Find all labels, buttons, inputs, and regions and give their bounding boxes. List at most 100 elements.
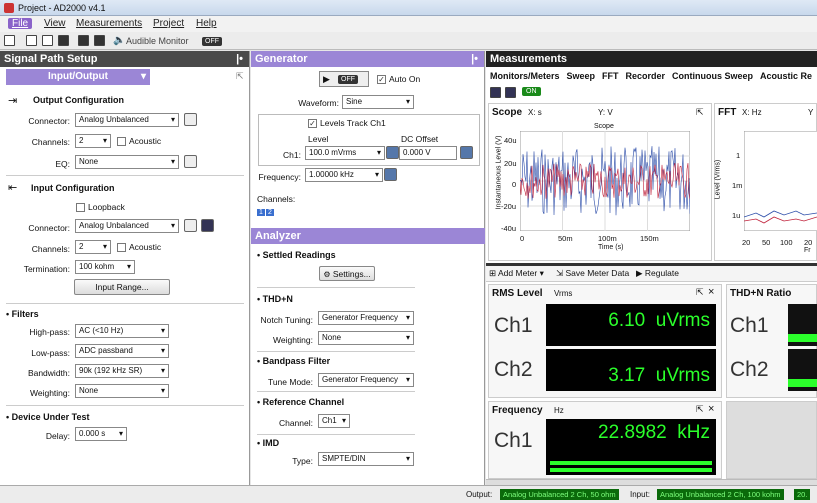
gen-pin-icon[interactable]: |•	[471, 51, 478, 67]
out-channels-stepper[interactable]: 2	[75, 134, 111, 148]
loopback-check[interactable]: Loopback	[76, 202, 125, 213]
in-meter-icon[interactable]	[201, 219, 214, 232]
ch1-level-input[interactable]: 100.0 mVrms	[305, 146, 385, 160]
fft-ytick-1: 1m	[732, 181, 743, 190]
fft-x-axis[interactable]: X: Hz	[742, 108, 762, 117]
meter-toolbar: ⊞ Add Meter ▾ ⇲ Save Meter Data ▶ Regula…	[486, 266, 817, 282]
meas-on-toggle[interactable]: ON	[522, 87, 541, 96]
imd-type-select[interactable]: SMPTE/DIN	[318, 452, 414, 466]
dc-offset-input[interactable]: 0.000 V	[399, 146, 457, 160]
in-connector-select[interactable]: Analog Unbalanced	[75, 219, 179, 233]
auto-on-check[interactable]: Auto On	[377, 74, 420, 85]
new-icon[interactable]	[4, 35, 15, 46]
dc-offset-spinner[interactable]	[460, 146, 473, 159]
thdn-title: • THD+N	[257, 294, 293, 304]
gear-icon: ⚙	[323, 270, 331, 279]
fft-xtick-2: 100	[780, 238, 793, 247]
frequency-input[interactable]: 1.00000 kHz	[305, 168, 383, 182]
meas-tool-icon[interactable]	[490, 87, 501, 98]
status-input[interactable]: Analog Unbalanced 2 Ch, 100 kohm	[657, 489, 784, 500]
highpass-label: High-pass:	[29, 327, 70, 337]
scope-title: Scope	[492, 107, 523, 118]
status-output[interactable]: Analog Unbalanced 2 Ch, 50 ohm	[500, 489, 619, 500]
refch-select[interactable]: Ch1	[318, 414, 350, 428]
bandpass-title: • Bandpass Filter	[257, 356, 331, 366]
menu-measurements[interactable]: Measurements	[76, 18, 142, 29]
add-meter-button[interactable]: ⊞ Add Meter ▾	[489, 268, 544, 279]
gen-channel-1[interactable]: 1	[257, 209, 265, 216]
monitor-toggle[interactable]: OFF	[202, 35, 222, 46]
out-settings-icon[interactable]	[184, 113, 197, 126]
levels-track-check[interactable]: Levels Track Ch1	[308, 118, 386, 129]
output-icon[interactable]	[78, 35, 89, 46]
scope-xtick-2: 100m	[598, 234, 617, 243]
tune-select[interactable]: Generator Frequency	[318, 373, 414, 387]
menu-project[interactable]: Project	[153, 18, 184, 29]
freq-popout-icon[interactable]: ⇱	[696, 404, 704, 415]
rms-unit[interactable]: Vrms	[554, 289, 572, 298]
generator-on-off-button[interactable]: ▶ OFF	[319, 71, 369, 87]
rms-popout-icon[interactable]: ⇱	[696, 287, 704, 298]
tab-sweep[interactable]: Sweep	[567, 71, 596, 81]
menu-file[interactable]: File	[8, 18, 33, 29]
view-dropdown[interactable]: Input/Output ▾	[6, 69, 150, 85]
settings-button[interactable]: ⚙ Settings...	[319, 266, 375, 281]
rms-ch2-value: 3.17 uVrms	[608, 365, 710, 386]
rms-close-icon[interactable]: ×	[708, 286, 714, 298]
eq-select[interactable]: None	[75, 155, 179, 169]
freq-close-icon[interactable]: ×	[708, 403, 714, 415]
tab-acoustic[interactable]: Acoustic Re	[760, 71, 812, 81]
fft-xlabel-cut: Fr	[804, 247, 811, 254]
bandwidth-select[interactable]: 90k (192 kHz SR)	[75, 364, 169, 378]
ch1-level-spinner[interactable]	[386, 146, 399, 159]
generator-header: Generator |•	[251, 51, 484, 67]
save-icon[interactable]	[42, 35, 53, 46]
status-input-label: Input:	[630, 490, 651, 499]
thdn-weighting-select[interactable]: None	[318, 331, 414, 345]
menu-help[interactable]: Help	[196, 18, 217, 29]
app-icon	[4, 3, 14, 13]
scope-x-axis[interactable]: X: s	[528, 108, 542, 117]
notch-select[interactable]: Generator Frequency	[318, 311, 414, 325]
measurement-tabs: Monitors/Meters Sweep FFT Recorder Continuou…	[490, 71, 817, 81]
input-range-button[interactable]: Input Range...	[74, 279, 170, 295]
frequency-spinner[interactable]	[384, 168, 397, 181]
menu-view[interactable]: View	[44, 18, 66, 29]
tab-monitors[interactable]: Monitors/Meters	[490, 71, 560, 81]
pin-icon[interactable]: |•	[236, 51, 243, 67]
empty-meter-slot	[726, 401, 817, 479]
filter-weighting-select[interactable]: None	[75, 384, 169, 398]
input-icon[interactable]	[94, 35, 105, 46]
out-acoustic-check[interactable]: Acoustic	[117, 136, 161, 147]
popout-icon[interactable]: ⇱	[236, 71, 244, 82]
waveform-select[interactable]: Sine	[342, 95, 414, 109]
out-connector-select[interactable]: Analog Unbalanced	[75, 113, 179, 127]
tab-continuous-sweep[interactable]: Continuous Sweep	[672, 71, 753, 81]
scope-ytick-0: 40u	[504, 136, 517, 145]
monitor-label: Audible Monitor	[126, 36, 189, 46]
lowpass-select[interactable]: ADC passband	[75, 344, 169, 358]
highpass-select[interactable]: AC (<10 Hz)	[75, 324, 169, 338]
termination-select[interactable]: 100 kohm	[75, 260, 135, 274]
scope-y-axis[interactable]: Y: V	[598, 108, 613, 117]
eq-settings-icon[interactable]	[184, 155, 197, 168]
in-channels-stepper[interactable]: 2	[75, 240, 111, 254]
settings-icon[interactable]	[58, 35, 69, 46]
meas-tool2-icon[interactable]	[505, 87, 516, 98]
freq-unit[interactable]: Hz	[554, 406, 564, 415]
gen-channel-2[interactable]: 2	[266, 209, 274, 216]
settings-button-label: Settings...	[332, 269, 371, 279]
in-settings-icon[interactable]	[184, 219, 197, 232]
delay-input[interactable]: 0.000 s	[75, 427, 127, 441]
regulate-button[interactable]: ▶ Regulate	[636, 268, 679, 279]
freq-ch1-label: Ch1	[494, 429, 533, 452]
in-acoustic-check[interactable]: Acoustic	[117, 242, 161, 253]
scope-popout-icon[interactable]: ⇱	[696, 107, 704, 118]
save-meter-button[interactable]: ⇲ Save Meter Data	[556, 268, 629, 279]
tab-fft[interactable]: FFT	[602, 71, 619, 81]
tab-recorder[interactable]: Recorder	[626, 71, 666, 81]
panel-header: Signal Path Setup |•	[0, 51, 249, 67]
gen-channels-label: Channels:	[257, 194, 296, 204]
fft-y-axis[interactable]: Y	[808, 108, 813, 117]
open-icon[interactable]	[26, 35, 37, 46]
